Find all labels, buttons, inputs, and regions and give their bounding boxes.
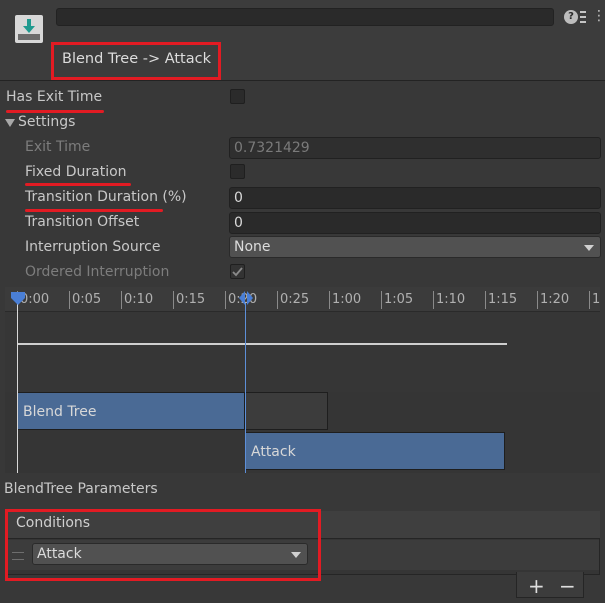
timeline-tick-label: 0:15 xyxy=(176,292,206,307)
checkmark-icon xyxy=(232,267,243,277)
timeline-tick-label: 1:00 xyxy=(332,292,362,307)
has-exit-time-checkbox[interactable] xyxy=(230,89,245,104)
help-icon[interactable]: ? xyxy=(564,10,578,24)
transition-start-line xyxy=(17,303,18,473)
add-condition-button[interactable]: + xyxy=(528,576,545,596)
transition-end-handle[interactable] xyxy=(238,290,254,306)
annotation-box-title xyxy=(51,42,221,80)
timeline-tick-label: 1:15 xyxy=(488,292,518,307)
transition-offset-label: Transition Offset xyxy=(25,214,140,230)
fixed-duration-label: Fixed Duration xyxy=(25,164,127,180)
interruption-source-dropdown[interactable]: None xyxy=(229,236,601,258)
annotation-underline-has-exit-time xyxy=(6,110,104,113)
timeline-tick-mark xyxy=(329,291,330,309)
timeline-tick-mark xyxy=(173,291,174,309)
context-menu-icon[interactable]: ⋮ xyxy=(592,9,605,23)
exit-time-label: Exit Time xyxy=(25,139,91,155)
timeline-tick-mark xyxy=(537,291,538,309)
timeline-track xyxy=(5,312,600,392)
annotation-underline-transition-duration xyxy=(25,209,163,212)
transition-duration-field[interactable]: 0 xyxy=(229,187,601,209)
remove-condition-button[interactable]: − xyxy=(559,576,576,596)
timeline-tick-mark xyxy=(69,291,70,309)
interruption-source-label: Interruption Source xyxy=(25,239,161,255)
timeline-tick-label: 1: xyxy=(592,292,600,307)
chevron-down-icon xyxy=(584,245,594,251)
source-state-label: Blend Tree xyxy=(23,404,97,420)
timeline-tick-label: 1:05 xyxy=(384,292,414,307)
timeline-tick-mark xyxy=(277,291,278,309)
blendtree-parameters-label: BlendTree Parameters xyxy=(4,481,158,497)
transition-timeline[interactable]: 0:000:050:100:150:200:251:001:051:101:15… xyxy=(5,287,600,473)
annotation-underline-fixed-duration xyxy=(25,183,131,186)
timeline-tick-label: 0:10 xyxy=(124,292,154,307)
timeline-ruler: 0:000:050:100:150:200:251:001:051:101:15… xyxy=(5,287,600,312)
fixed-duration-checkbox[interactable] xyxy=(230,164,245,179)
has-exit-time-label: Has Exit Time xyxy=(6,89,103,105)
timeline-tick-mark xyxy=(381,291,382,309)
timeline-tick-mark xyxy=(225,291,226,309)
timeline-tick-mark xyxy=(121,291,122,309)
annotation-box-conditions xyxy=(5,509,321,581)
header-divider xyxy=(0,80,605,81)
source-state-extension xyxy=(245,392,328,430)
timeline-tick-mark xyxy=(433,291,434,309)
settings-foldout-icon[interactable] xyxy=(5,119,15,127)
source-state-bar[interactable]: Blend Tree xyxy=(17,392,245,430)
interruption-source-value: None xyxy=(234,239,271,255)
ordered-interruption-label: Ordered Interruption xyxy=(25,264,170,280)
timeline-tick-mark xyxy=(485,291,486,309)
ordered-interruption-checkbox[interactable] xyxy=(230,264,245,279)
transition-name-field[interactable] xyxy=(56,8,554,26)
timeline-tick-label: 0:25 xyxy=(280,292,310,307)
presets-icon[interactable] xyxy=(579,10,587,24)
transition-end-line xyxy=(245,303,246,473)
transition-curve-line xyxy=(17,343,507,345)
timeline-tick-label: 0:05 xyxy=(72,292,102,307)
timeline-tick-label: 1:20 xyxy=(540,292,570,307)
timeline-tick-label: 1:10 xyxy=(436,292,466,307)
transition-duration-label: Transition Duration (%) xyxy=(25,189,187,205)
transition-start-handle[interactable] xyxy=(10,290,26,306)
transition-icon xyxy=(14,14,44,44)
destination-state-label: Attack xyxy=(251,444,296,460)
transition-offset-field[interactable]: 0 xyxy=(229,212,601,234)
settings-foldout-label[interactable]: Settings xyxy=(18,114,75,130)
exit-time-field: 0.7321429 xyxy=(229,137,601,159)
timeline-tick-mark xyxy=(589,291,590,309)
destination-state-bar[interactable]: Attack xyxy=(245,432,505,470)
